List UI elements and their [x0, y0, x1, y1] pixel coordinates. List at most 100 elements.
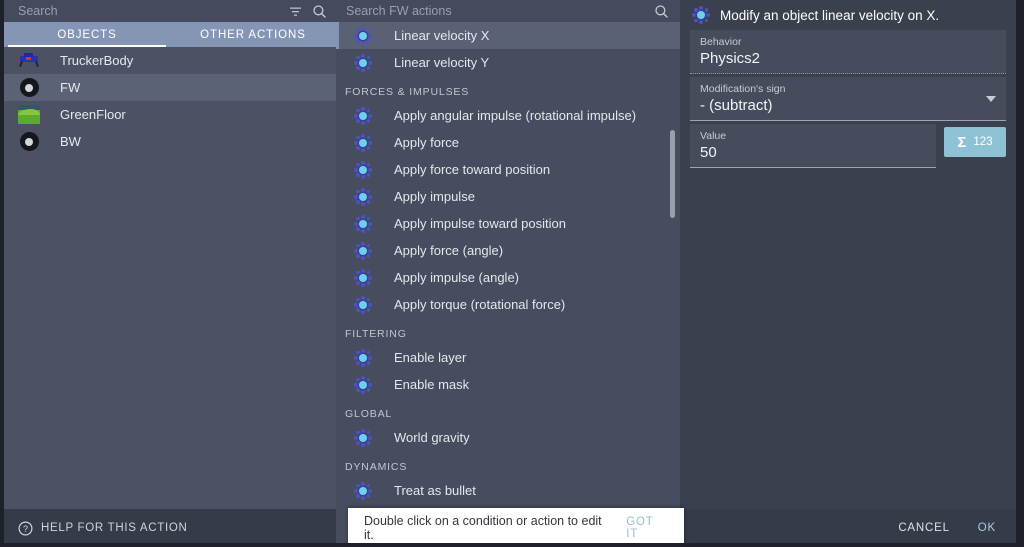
search-icon[interactable] [652, 2, 670, 20]
hint-toast-text: Double click on a condition or action to… [364, 513, 602, 542]
hint-toast: Double click on a condition or action to… [348, 508, 684, 547]
left-footer: ? HELP FOR THIS ACTION [4, 509, 336, 547]
action-item-label: Linear velocity Y [394, 55, 490, 70]
sigma-icon: Σ [957, 133, 967, 151]
action-group-dynamics: DYNAMICS [336, 451, 680, 477]
chevron-down-icon[interactable] [986, 95, 996, 102]
modification-sign-field[interactable]: Modification's sign [690, 77, 1006, 121]
action-item-world-gravity[interactable]: World gravity [336, 424, 680, 451]
action-item-label: Apply force toward position [394, 162, 551, 177]
dialog-footer: CANCEL OK [680, 509, 1016, 547]
tab-objects[interactable]: OBJECTS [4, 22, 170, 47]
action-item-label: World gravity [394, 430, 470, 445]
physics-atom-icon [354, 295, 372, 314]
action-item-apply-force-angle[interactable]: Apply force (angle) [336, 237, 680, 264]
action-group-global: GLOBAL [336, 398, 680, 424]
action-item-treat-as-bullet[interactable]: Treat as bullet [336, 477, 680, 504]
list-item-bw[interactable]: BW [4, 128, 336, 155]
action-item-label: Enable layer [394, 350, 467, 365]
window-edge-left [0, 0, 4, 547]
action-group-label: FILTERING [345, 328, 407, 340]
window-edge-right [1016, 0, 1024, 547]
objects-search-bar [4, 0, 336, 22]
action-item-label: Apply impulse [394, 189, 475, 204]
actions-panel: Linear velocity X Linear velocity Y FORC… [336, 0, 680, 547]
physics-atom-icon [354, 428, 372, 447]
action-item-label: Apply angular impulse (rotational impuls… [394, 108, 637, 123]
value-row: Value Σ 123 [690, 124, 1006, 171]
list-item-label: BW [60, 134, 81, 149]
physics-atom-icon [354, 241, 372, 260]
action-item-apply-torque[interactable]: Apply torque (rotational force) [336, 291, 680, 318]
action-item-linear-velocity-x[interactable]: Linear velocity X [336, 22, 680, 49]
wheel-sprite-icon [18, 78, 40, 97]
question-circle-icon[interactable]: ? [18, 520, 33, 536]
list-item-label: GreenFloor [60, 107, 126, 122]
action-item-label: Treat as bullet [394, 483, 476, 498]
physics-atom-icon [354, 53, 372, 72]
physics-atom-icon [692, 6, 710, 24]
physics-atom-icon [354, 481, 372, 500]
modification-sign-label: Modification's sign [700, 83, 786, 95]
behavior-field[interactable]: Behavior [690, 30, 1006, 74]
sigma-123-button[interactable]: Σ 123 [944, 127, 1006, 157]
search-icon[interactable] [310, 2, 328, 20]
tab-other-actions-label: OTHER ACTIONS [200, 28, 306, 41]
list-item-label: TruckerBody [60, 53, 134, 68]
action-parameters-panel: Modify an object linear velocity on X. B… [680, 0, 1016, 547]
action-item-linear-velocity-y[interactable]: Linear velocity Y [336, 49, 680, 76]
action-item-apply-impulse-toward-position[interactable]: Apply impulse toward position [336, 210, 680, 237]
modification-sign-value[interactable] [700, 97, 978, 114]
sigma-button-number: 123 [973, 136, 993, 148]
action-item-label: Apply impulse toward position [394, 216, 566, 231]
action-item-enable-layer[interactable]: Enable layer [336, 344, 680, 371]
window-edge-bottom [0, 543, 1024, 547]
action-list: Linear velocity X Linear velocity Y FORC… [336, 22, 680, 547]
filter-icon[interactable] [286, 2, 304, 20]
tab-other-actions[interactable]: OTHER ACTIONS [170, 22, 336, 47]
action-list-scrollbar[interactable] [670, 130, 675, 218]
physics-atom-icon [354, 268, 372, 287]
floor-sprite-icon [18, 105, 40, 124]
cancel-button[interactable]: CANCEL [898, 522, 949, 534]
help-for-this-action-label[interactable]: HELP FOR THIS ACTION [41, 522, 188, 534]
action-item-apply-force[interactable]: Apply force [336, 129, 680, 156]
behavior-field-label: Behavior [700, 36, 742, 48]
action-group-label: DYNAMICS [345, 461, 408, 473]
physics-atom-icon [354, 375, 372, 394]
parameter-fields: Behavior Modification's sign Value Σ 123 [680, 30, 1016, 171]
physics-atom-icon [354, 133, 372, 152]
action-item-apply-angular-impulse[interactable]: Apply angular impulse (rotational impuls… [336, 102, 680, 129]
svg-text:?: ? [23, 524, 28, 534]
physics-atom-icon [354, 214, 372, 233]
behavior-field-input[interactable] [700, 50, 996, 67]
got-it-button[interactable]: GOT IT [626, 516, 668, 540]
action-item-enable-mask[interactable]: Enable mask [336, 371, 680, 398]
editor-window: OBJECTS OTHER ACTIONS TruckerBody FW [0, 0, 1024, 547]
action-item-label: Apply force [394, 135, 460, 150]
physics-atom-icon [354, 187, 372, 206]
list-item-label: FW [60, 80, 81, 95]
value-field-input[interactable] [700, 144, 926, 161]
list-item-truckerbody[interactable]: TruckerBody [4, 47, 336, 74]
action-item-apply-impulse[interactable]: Apply impulse [336, 183, 680, 210]
value-field[interactable]: Value [690, 124, 936, 168]
list-item-greenfloor[interactable]: GreenFloor [4, 101, 336, 128]
list-item-fw[interactable]: FW [4, 74, 336, 101]
objects-search-input[interactable] [18, 4, 286, 18]
action-item-label: Apply torque (rotational force) [394, 297, 566, 312]
left-tabbar: OBJECTS OTHER ACTIONS [4, 22, 336, 47]
action-item-apply-impulse-angle[interactable]: Apply impulse (angle) [336, 264, 680, 291]
actions-search-input[interactable] [346, 4, 652, 18]
object-list: TruckerBody FW GreenFloor BW [4, 47, 336, 509]
physics-atom-icon [354, 26, 372, 45]
action-group-filtering: FILTERING [336, 318, 680, 344]
action-item-label: Linear velocity X [394, 28, 490, 43]
action-item-apply-force-toward-position[interactable]: Apply force toward position [336, 156, 680, 183]
action-group-forces-impulses: FORCES & IMPULSES [336, 76, 680, 102]
action-item-label: Apply force (angle) [394, 243, 504, 258]
ok-button[interactable]: OK [978, 522, 996, 534]
tab-objects-label: OBJECTS [57, 28, 117, 41]
physics-atom-icon [354, 106, 372, 125]
value-field-label: Value [700, 130, 727, 142]
